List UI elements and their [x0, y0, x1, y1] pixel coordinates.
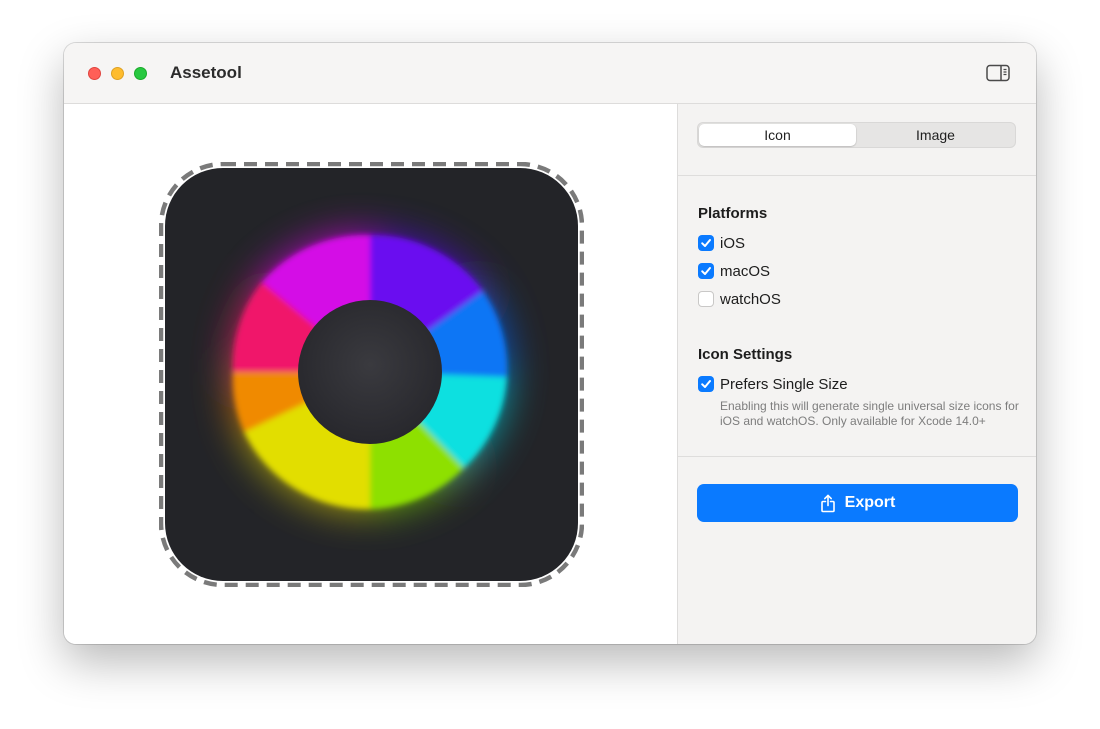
window-title: Assetool: [170, 63, 242, 82]
export-button[interactable]: Export: [697, 484, 1018, 522]
watchos-checkbox[interactable]: [698, 291, 714, 307]
inspector-panel: Icon Image Platforms iOS macOS watchOS I…: [677, 104, 1036, 644]
ios-checkbox[interactable]: [698, 235, 714, 251]
mode-segmented-control: Icon Image: [697, 122, 1016, 148]
prefers-single-size-checkbox[interactable]: [698, 376, 714, 392]
icon-drop-zone[interactable]: [158, 161, 585, 588]
sidebar-toggle-button[interactable]: [986, 64, 1010, 82]
ios-label: iOS: [720, 234, 746, 252]
divider: [678, 175, 1036, 176]
divider: [678, 456, 1036, 457]
macos-label: macOS: [720, 262, 771, 280]
checkmark-icon: [701, 239, 711, 247]
tab-icon[interactable]: Icon: [699, 124, 856, 146]
macos-checkbox[interactable]: [698, 263, 714, 279]
sidebar-right-icon: [986, 64, 1010, 82]
titlebar: Assetool: [64, 43, 1036, 104]
minimize-button[interactable]: [111, 67, 124, 80]
platforms-title: Platforms: [698, 205, 768, 222]
share-icon: [820, 494, 836, 513]
prefers-single-size-label: Prefers Single Size: [720, 375, 848, 393]
zoom-button[interactable]: [134, 67, 147, 80]
checkmark-icon: [701, 380, 711, 388]
icon-settings-title: Icon Settings: [698, 346, 793, 363]
prefers-single-size-row[interactable]: Prefers Single Size: [698, 375, 848, 393]
app-window: Assetool Icon Image Platforms iOS macOS …: [64, 43, 1036, 644]
preview-area: [64, 104, 677, 644]
prefers-single-size-help: Enabling this will generate single unive…: [720, 399, 1019, 428]
platform-ios-row[interactable]: iOS: [698, 234, 745, 252]
close-button[interactable]: [88, 67, 101, 80]
platform-macos-row[interactable]: macOS: [698, 262, 770, 280]
tab-image[interactable]: Image: [857, 124, 1014, 146]
watchos-label: watchOS: [720, 290, 781, 308]
checkmark-icon: [701, 267, 711, 275]
platform-watchos-row[interactable]: watchOS: [698, 290, 781, 308]
export-label: Export: [844, 494, 896, 511]
app-icon-preview: [158, 161, 585, 588]
